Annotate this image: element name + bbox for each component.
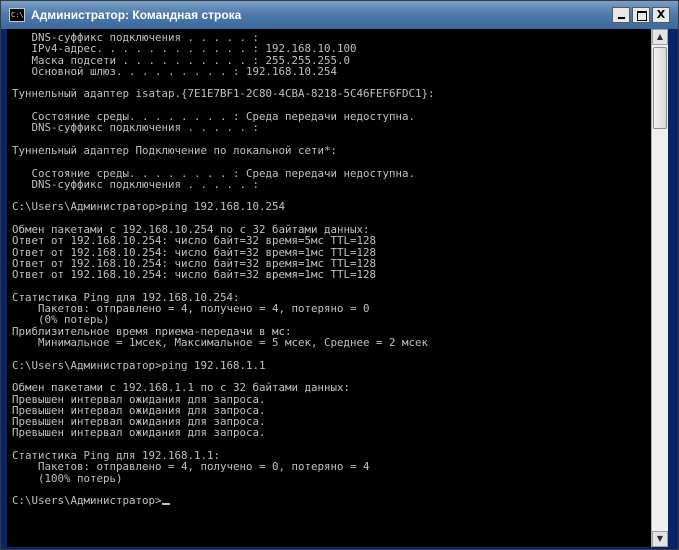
console-line: Превышен интервал ожидания для запроса. (12, 426, 266, 440)
console-line: DNS-суффикс подключения . . . . . : (31, 177, 260, 191)
text-cursor (161, 503, 170, 506)
window-frame-right (668, 29, 678, 547)
console-lines: DNS-суффикс подключения . . . . . : IPv4… (12, 31, 435, 485)
vertical-scrollbar[interactable]: ▲ ▼ (651, 29, 668, 547)
console-line: C:\Users\Администратор>ping 192.168.10.2… (12, 200, 286, 214)
scroll-down-arrow-icon[interactable]: ▼ (652, 531, 668, 547)
console-line: Ответ от 192.168.10.254: число байт=32 в… (12, 268, 377, 282)
cmd-window: C:\ Администратор: Командная строка X DN… (0, 0, 679, 550)
maximize-button[interactable] (632, 7, 650, 23)
scroll-thumb[interactable] (653, 47, 667, 129)
close-button[interactable]: X (652, 7, 670, 23)
minimize-button[interactable] (612, 7, 630, 23)
console-output[interactable]: DNS-суффикс подключения . . . . . : IPv4… (7, 29, 651, 547)
console-text: DNS-суффикс подключения . . . . . : IPv4… (7, 29, 651, 506)
console-line: Минимальное = 1мсек, Максимальное = 5 мс… (38, 336, 429, 350)
window-title: Администратор: Командная строка (31, 8, 242, 22)
console-line: Основной шлюз. . . . . . . . . : 192.168… (31, 64, 338, 78)
console-prompt: C:\Users\Администратор> (12, 494, 162, 508)
console-line: C:\Users\Администратор>ping 192.168.1.1 (12, 358, 266, 372)
caption-buttons: X (610, 7, 670, 23)
console-line: Туннельный адаптер Подключение по локаль… (12, 143, 338, 157)
console-line: (100% потерь) (38, 471, 123, 485)
title-bar[interactable]: C:\ Администратор: Командная строка X (1, 1, 678, 29)
console-line: DNS-суффикс подключения . . . . . : (31, 121, 260, 135)
scroll-up-arrow-icon[interactable]: ▲ (652, 29, 668, 45)
console-line: Туннельный адаптер isatap.{7E1E7BF1-2C80… (12, 87, 435, 101)
cmd-icon[interactable]: C:\ (9, 8, 25, 22)
